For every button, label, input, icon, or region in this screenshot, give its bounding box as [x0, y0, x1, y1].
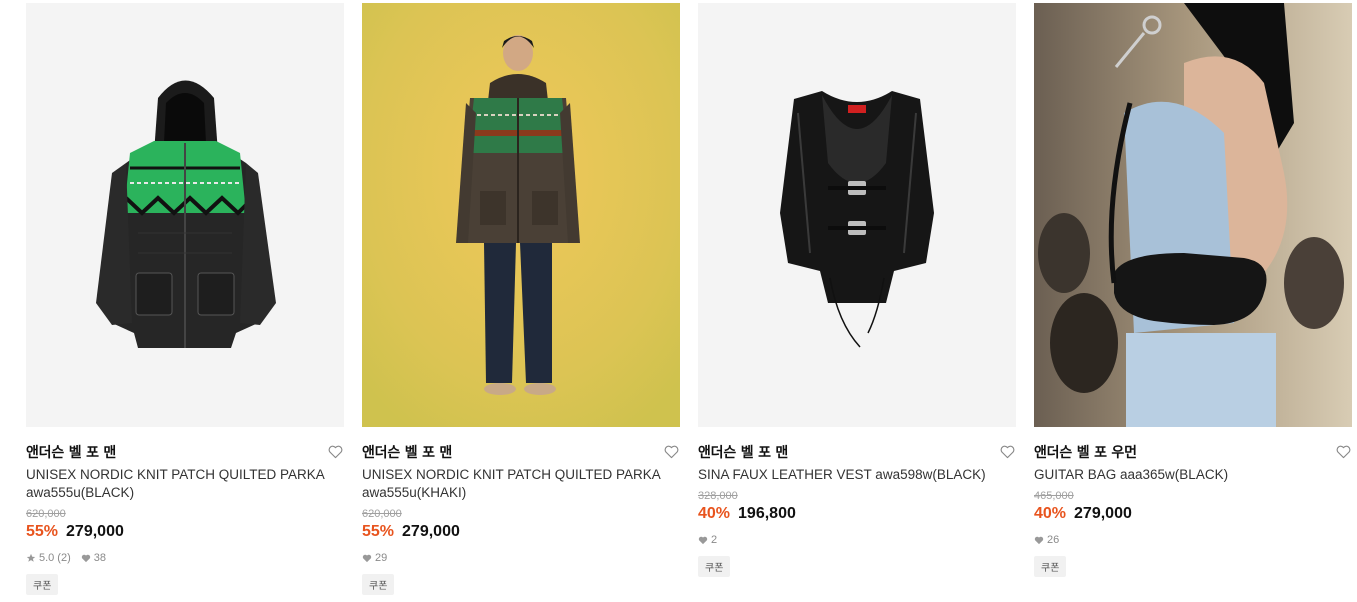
product-image[interactable] — [1034, 3, 1352, 427]
product-meta: 2 — [698, 533, 1016, 547]
sale-price: 279,000 — [402, 523, 460, 540]
coupon-badge: 쿠폰 — [26, 574, 59, 595]
price-row: 55% 279,000 — [362, 523, 680, 541]
discount-rate: 55% — [362, 523, 395, 540]
likes: 26 — [1034, 534, 1059, 546]
leather-vest-image — [698, 3, 1016, 427]
product-card[interactable]: 앤더슨 벨 포 맨 UNISEX NORDIC KNIT PATCH QUILT… — [362, 3, 680, 595]
original-price: 328,000 — [698, 490, 738, 502]
product-name[interactable]: UNISEX NORDIC KNIT PATCH QUILTED PARKA a… — [362, 466, 662, 502]
original-price: 465,000 — [1034, 490, 1074, 502]
wishlist-heart-icon[interactable] — [1334, 443, 1352, 461]
wishlist-heart-icon[interactable] — [998, 443, 1016, 461]
brand-name[interactable]: 앤더슨 벨 포 우먼 — [1034, 442, 1137, 462]
wishlist-heart-icon[interactable] — [662, 443, 680, 461]
heart-filled-icon — [698, 536, 708, 544]
likes: 38 — [81, 552, 106, 564]
product-image[interactable] — [698, 3, 1016, 427]
like-count: 2 — [711, 534, 718, 546]
product-name[interactable]: GUITAR BAG aaa365w(BLACK) — [1034, 466, 1334, 484]
discount-rate: 40% — [698, 505, 731, 522]
coupon-badge: 쿠폰 — [362, 574, 395, 595]
original-price: 620,000 — [362, 508, 402, 520]
discount-rate: 55% — [26, 523, 59, 540]
original-price: 620,000 — [26, 508, 66, 520]
likes: 29 — [362, 552, 387, 564]
heart-filled-icon — [362, 554, 372, 562]
sale-price: 279,000 — [1074, 505, 1132, 522]
model-guitar-bag-image — [1034, 3, 1352, 427]
product-card[interactable]: 앤더슨 벨 포 맨 SINA FAUX LEATHER VEST awa598w… — [698, 3, 1016, 577]
product-name[interactable]: UNISEX NORDIC KNIT PATCH QUILTED PARKA a… — [26, 466, 326, 502]
coupon-badge: 쿠폰 — [1034, 556, 1067, 577]
coupon-badge: 쿠폰 — [698, 556, 731, 577]
product-meta: 26 — [1034, 533, 1352, 547]
model-parka-khaki-image — [362, 3, 680, 427]
price-row: 55% 279,000 — [26, 523, 344, 541]
brand-name[interactable]: 앤더슨 벨 포 맨 — [26, 442, 116, 462]
discount-rate: 40% — [1034, 505, 1067, 522]
sale-price: 196,800 — [738, 505, 796, 522]
product-image[interactable] — [362, 3, 680, 427]
rating-value: 5.0 — [39, 552, 55, 564]
product-name[interactable]: SINA FAUX LEATHER VEST awa598w(BLACK) — [698, 466, 998, 484]
likes: 2 — [698, 534, 717, 546]
like-count: 29 — [375, 552, 388, 564]
like-count: 26 — [1047, 534, 1060, 546]
brand-name[interactable]: 앤더슨 벨 포 맨 — [362, 442, 452, 462]
sale-price: 279,000 — [66, 523, 124, 540]
heart-filled-icon — [81, 554, 90, 562]
product-image[interactable] — [26, 3, 344, 427]
price-row: 40% 279,000 — [1034, 505, 1352, 523]
price-row: 40% 196,800 — [698, 505, 1016, 523]
product-grid: 앤더슨 벨 포 맨 UNISEX NORDIC KNIT PATCH QUILT… — [0, 0, 1357, 602]
wishlist-heart-icon[interactable] — [326, 443, 344, 461]
star-icon — [26, 553, 36, 562]
review-count: (2) — [57, 552, 71, 564]
rating: 5.0 (2) — [26, 552, 71, 564]
brand-name[interactable]: 앤더슨 벨 포 맨 — [698, 442, 788, 462]
like-count: 38 — [93, 552, 106, 564]
heart-filled-icon — [1034, 536, 1044, 544]
product-meta: 5.0 (2) 38 — [26, 551, 344, 565]
product-card[interactable]: 앤더슨 벨 포 우먼 GUITAR BAG aaa365w(BLACK) 465… — [1034, 3, 1352, 577]
parka-black-image — [26, 3, 344, 427]
product-card[interactable]: 앤더슨 벨 포 맨 UNISEX NORDIC KNIT PATCH QUILT… — [26, 3, 344, 595]
product-meta: 29 — [362, 551, 680, 565]
